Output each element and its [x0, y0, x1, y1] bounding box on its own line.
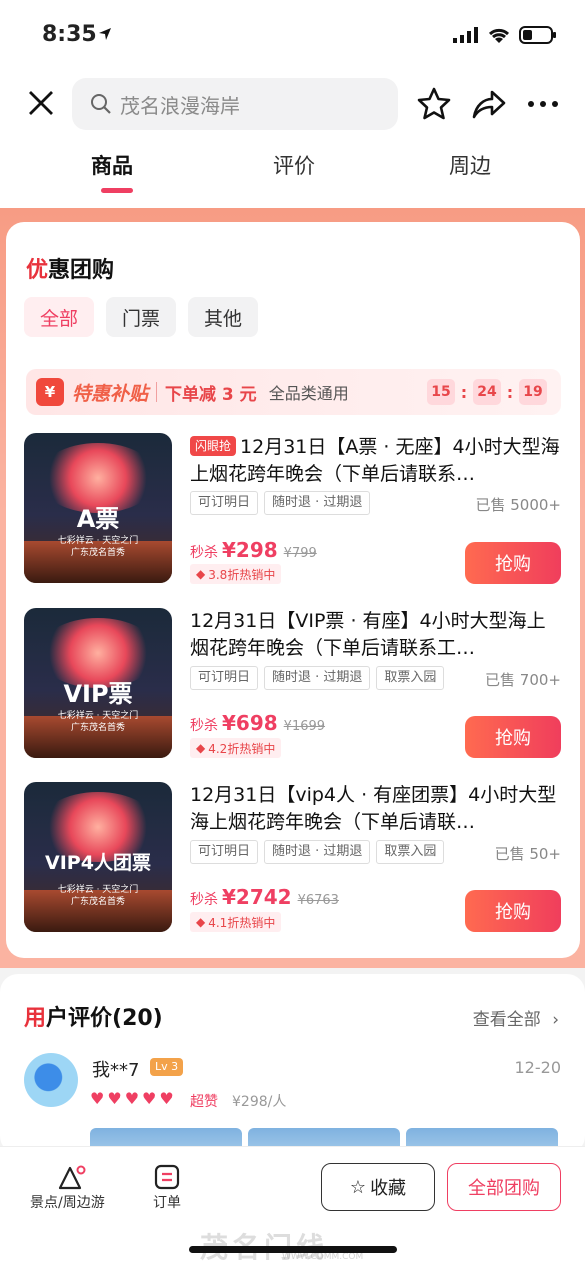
- see-all-reviews-link[interactable]: 查看全部 ›: [473, 1005, 559, 1030]
- tab-reviews[interactable]: 评价: [273, 150, 315, 180]
- flash-badge: 闪眼抢: [190, 436, 237, 456]
- filter-all[interactable]: 全部: [24, 297, 94, 337]
- price-per-person: ¥298/人: [232, 1094, 287, 1110]
- discount-badge: ◆ 4.2折热销中: [190, 738, 282, 758]
- product-price: 秒杀 ¥698 ¥1699: [190, 711, 326, 735]
- orders-label[interactable]: 订单: [153, 1192, 181, 1212]
- buy-button[interactable]: 抢购: [465, 716, 561, 758]
- attractions-icon[interactable]: [58, 1164, 88, 1190]
- filter-other[interactable]: 其他: [188, 297, 258, 337]
- heart-icon: ♥: [159, 1089, 174, 1108]
- subsidy-scope: 全品类通用: [268, 384, 349, 403]
- buy-button[interactable]: 抢购: [465, 890, 561, 932]
- tag: 随时退 · 过期退: [264, 666, 371, 690]
- review-date: 12-20: [514, 1058, 562, 1077]
- product-title[interactable]: 12月31日【vip4人 · 有座团票】4小时大型海上烟花跨年晚会（下单后请联…: [190, 782, 562, 836]
- product-tags: 可订明日 随时退 · 过期退: [190, 491, 371, 515]
- reviews-title: 用户评价(20): [24, 1006, 163, 1031]
- rating-hearts: ♥ ♥ ♥ ♥ ♥: [90, 1089, 174, 1109]
- subsidy-banner[interactable]: ¥ 特惠补贴 下单减 3 元 全品类通用 15: 24: 19: [26, 369, 561, 415]
- location-arrow-icon: [99, 28, 111, 40]
- tab-nearby[interactable]: 周边: [449, 150, 491, 180]
- avatar[interactable]: [24, 1053, 78, 1107]
- thumbnail-caption: 七彩祥云 · 天空之门 广东茂名首秀: [57, 711, 139, 733]
- status-bar: 8:35: [0, 0, 585, 72]
- subsidy-offer: 下单减 3 元: [165, 384, 257, 405]
- search-bar[interactable]: 茂名浪漫海岸: [72, 78, 398, 130]
- star-outline-icon: ☆: [349, 1176, 367, 1198]
- filter-tickets[interactable]: 门票: [106, 297, 176, 337]
- heart-icon: ♥: [142, 1089, 157, 1108]
- all-group-deals-button[interactable]: 全部团购: [447, 1163, 561, 1211]
- rating-verdict: 超赞: [190, 1094, 218, 1110]
- product-thumbnail[interactable]: VIP票 七彩祥云 · 天空之门 广东茂名首秀: [24, 608, 172, 758]
- nearby-label[interactable]: 景点/周边游: [30, 1192, 105, 1212]
- yen-badge-icon: ¥: [36, 378, 64, 406]
- chevron-right-icon: ›: [552, 1010, 559, 1030]
- battery-icon: [519, 26, 556, 44]
- group-buy-title: 优惠团购: [26, 258, 115, 283]
- discount-badge: ◆ 4.1折热销中: [190, 912, 282, 932]
- thumbnail-caption: 七彩祥云 · 天空之门 广东茂名首秀: [57, 885, 139, 907]
- orders-icon[interactable]: [154, 1164, 180, 1190]
- product-thumbnail[interactable]: A票 七彩祥云 · 天空之门 广东茂名首秀: [24, 433, 172, 583]
- countdown-minutes: 24: [473, 379, 501, 405]
- tag: 随时退 · 过期退: [264, 491, 371, 515]
- tag: 可订明日: [190, 666, 259, 690]
- reviewer-name: 我**7: [92, 1060, 140, 1081]
- thumbnail-caption: 七彩祥云 · 天空之门 广东茂名首秀: [57, 536, 139, 558]
- countdown-seconds: 19: [519, 379, 547, 405]
- more-options-icon[interactable]: [526, 87, 560, 121]
- star-icon[interactable]: [416, 87, 452, 121]
- favorite-button[interactable]: ☆ 收藏: [321, 1163, 435, 1211]
- share-icon[interactable]: [470, 87, 506, 121]
- product-thumbnail[interactable]: VIP4人团票 七彩祥云 · 天空之门 广东茂名首秀: [24, 782, 172, 932]
- level-badge: Lv 3: [150, 1058, 184, 1076]
- buy-button[interactable]: 抢购: [465, 542, 561, 584]
- tab-products[interactable]: 商品: [91, 150, 133, 180]
- product-tags: 可订明日 随时退 · 过期退 取票入园: [190, 840, 445, 864]
- close-icon[interactable]: [26, 88, 56, 118]
- wifi-icon: [488, 28, 510, 43]
- status-time: 8:35: [42, 22, 97, 47]
- thumbnail-label: A票: [76, 505, 120, 533]
- countdown: 15: 24: 19: [427, 379, 547, 405]
- sold-count: 已售 50+: [494, 845, 561, 863]
- heart-icon: ♥: [90, 1089, 105, 1108]
- thumbnail-label: VIP4人团票: [45, 852, 151, 874]
- cellular-signal-icon: [453, 27, 478, 43]
- tag: 取票入园: [376, 840, 445, 864]
- tag: 取票入园: [376, 666, 445, 690]
- tag: 可订明日: [190, 840, 259, 864]
- top-navigation: 茂名浪漫海岸 商品 评价 周边: [0, 72, 585, 208]
- heart-icon: ♥: [107, 1089, 122, 1108]
- subsidy-label: 特惠补贴: [72, 382, 149, 405]
- product-title[interactable]: 12月31日【VIP票 · 有座】4小时大型海上烟花跨年晚会（下单后请联系工…: [190, 608, 562, 662]
- product-price: 秒杀 ¥298 ¥799: [190, 538, 317, 562]
- product-title[interactable]: 闪眼抢 12月31日【A票 · 无座】4小时大型海上烟花跨年晚会（下单后请联系…: [190, 434, 562, 488]
- countdown-hours: 15: [427, 379, 455, 405]
- search-icon: [91, 94, 111, 114]
- thumbnail-label: VIP票: [63, 680, 133, 708]
- search-placeholder: 茂名浪漫海岸: [120, 93, 240, 118]
- discount-badge: ◆ 3.8折热销中: [190, 564, 282, 584]
- active-tab-indicator: [101, 188, 133, 193]
- product-tags: 可订明日 随时退 · 过期退 取票入园: [190, 666, 445, 690]
- tag: 可订明日: [190, 491, 259, 515]
- product-price: 秒杀 ¥2742 ¥6763: [190, 885, 339, 909]
- watermark-url: WWW.CDMM.COM: [282, 1252, 364, 1262]
- home-indicator: [189, 1246, 397, 1253]
- tag: 随时退 · 过期退: [264, 840, 371, 864]
- sold-count: 已售 700+: [485, 671, 561, 689]
- heart-icon: ♥: [124, 1089, 140, 1108]
- sold-count: 已售 5000+: [475, 496, 561, 514]
